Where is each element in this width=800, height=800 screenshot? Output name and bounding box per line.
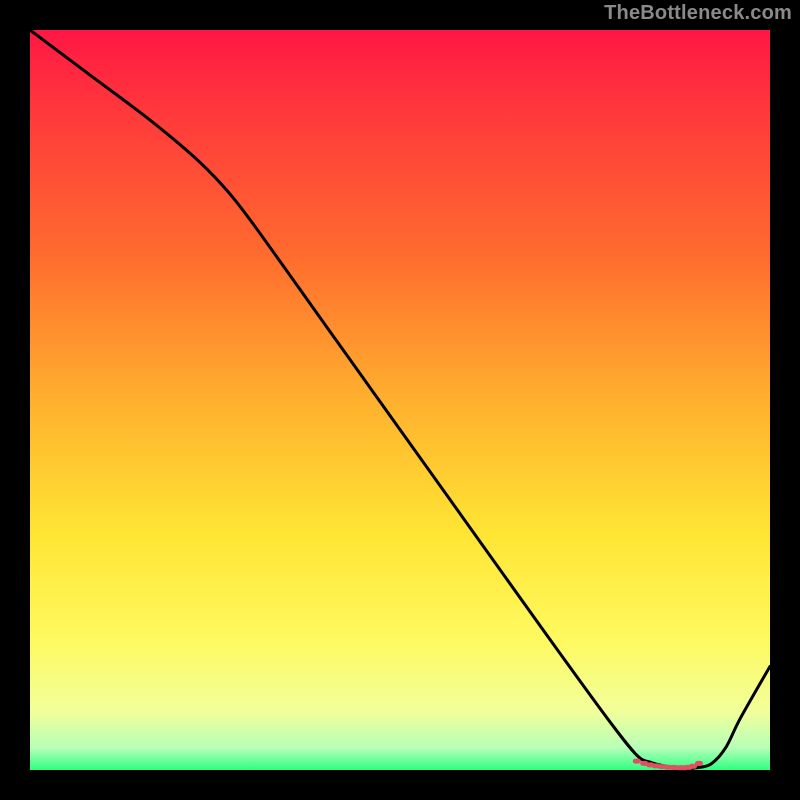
chart-stage: { "watermark": "TheBottleneck.com", "col… [0,0,800,800]
marker-dot [695,761,703,766]
watermark-label: TheBottleneck.com [604,2,792,25]
marker-dot [633,759,641,764]
heat-gradient-panel [30,30,770,770]
chart-svg [0,0,800,800]
